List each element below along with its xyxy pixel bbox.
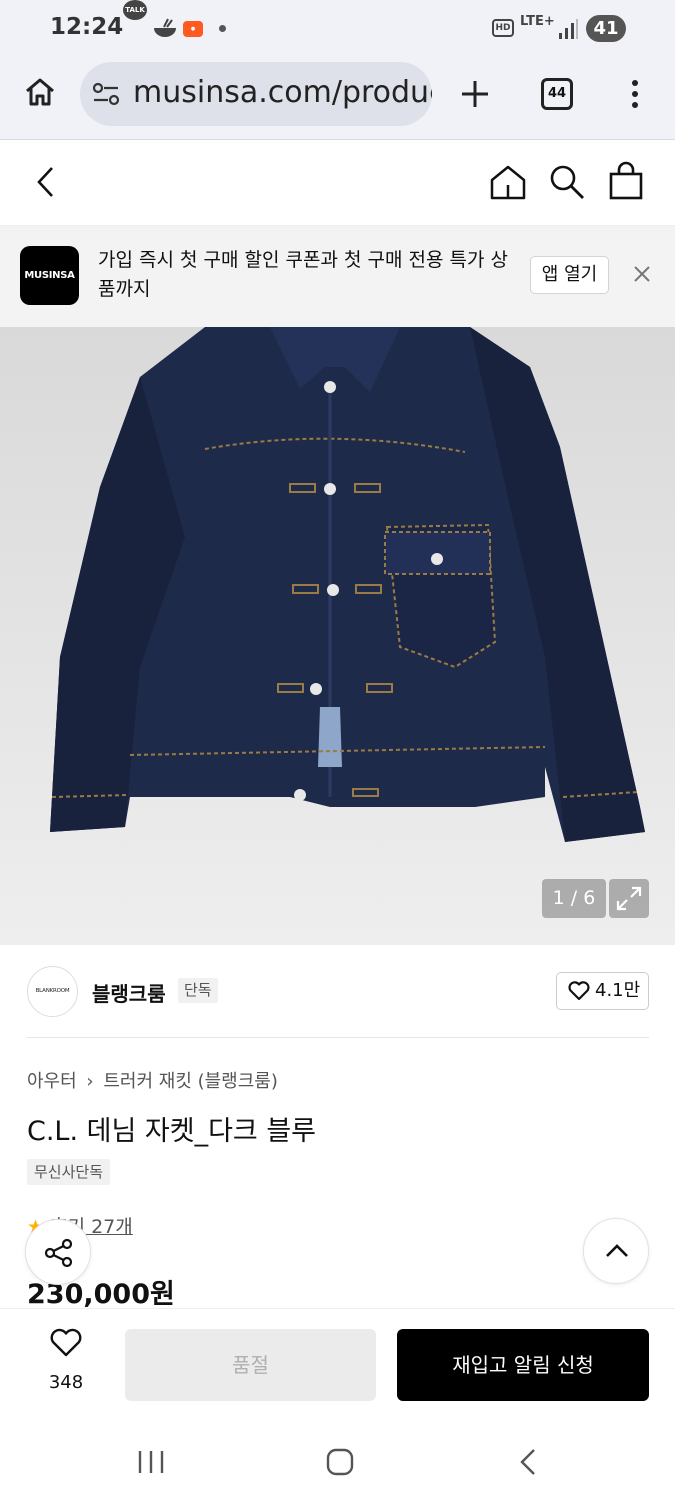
address-bar[interactable]: musinsa.com/product: [80, 62, 432, 126]
banner-message: 가입 즉시 첫 구매 할인 쿠폰과 첫 구매 전용 특가 상품까지: [98, 249, 508, 300]
search-icon[interactable]: [548, 163, 586, 201]
denim-jacket-image: [50, 327, 645, 842]
battery-indicator: 41: [586, 15, 626, 42]
home-icon[interactable]: [489, 163, 527, 201]
app-promo-banner: MUSINSA 가입 즉시 첫 구매 할인 쿠폰과 첫 구매 전용 특가 상품까…: [0, 226, 675, 327]
kakaotalk-notification-icon: TALK: [123, 0, 147, 20]
site-header: [0, 141, 675, 226]
soldout-button: 품절: [125, 1329, 376, 1401]
url-text: musinsa.com/product: [133, 75, 432, 110]
close-icon[interactable]: [632, 264, 652, 284]
signal-strength-icon: [559, 19, 578, 39]
product-image[interactable]: [0, 327, 675, 945]
browser-toolbar: musinsa.com/product 44: [0, 58, 675, 140]
share-icon: [44, 1238, 73, 1268]
more-menu-icon[interactable]: [626, 78, 644, 110]
product-title: C.L. 데님 자켓_다크 블루: [27, 1116, 317, 1147]
brand-like-count: 4.1만: [595, 980, 641, 1001]
status-time: 12:24: [50, 14, 124, 40]
share-button[interactable]: [25, 1219, 91, 1285]
recent-apps-icon[interactable]: [136, 1448, 166, 1476]
brand-name[interactable]: 블랭크룸: [92, 978, 166, 1007]
image-counter: 1 / 6: [542, 879, 606, 918]
wishlist-button[interactable]: [30, 1328, 102, 1362]
wishlist-count: 348: [48, 1372, 84, 1393]
open-app-button[interactable]: 앱 열기: [530, 256, 609, 294]
chevron-up-icon: [606, 1244, 628, 1257]
breadcrumb-subcategory[interactable]: 트러커 재킷 (블랭크룸): [103, 1071, 278, 1092]
scroll-to-top-button[interactable]: [583, 1218, 649, 1284]
status-bar: 12:24 TALK ● HD LTE+ 41: [0, 0, 675, 58]
system-navigation-bar: [0, 1420, 675, 1500]
hd-voice-icon: HD: [492, 19, 514, 37]
back-arrow-icon[interactable]: [34, 165, 58, 199]
expand-icon: [616, 886, 642, 911]
brand-like-button[interactable]: 4.1만: [556, 972, 649, 1010]
new-tab-icon[interactable]: [459, 78, 491, 110]
musinsa-exclusive-badge: 무신사단독: [27, 1159, 111, 1185]
more-notifications-dot-icon: [219, 25, 226, 32]
bowl-notification-icon: [154, 18, 176, 37]
restock-alert-button[interactable]: 재입고 알림 신청: [397, 1329, 649, 1401]
shopping-bag-icon[interactable]: [608, 161, 644, 201]
exclusive-tag: 단독: [178, 978, 218, 1003]
network-type-label: LTE+: [520, 14, 555, 29]
heart-icon: [568, 981, 590, 1001]
tab-switcher-button[interactable]: 44: [541, 78, 573, 110]
system-back-icon[interactable]: [516, 1447, 542, 1477]
breadcrumb: 아우터 › 트러커 재킷 (블랭크룸): [27, 1067, 278, 1093]
fullscreen-button[interactable]: [609, 879, 649, 918]
chevron-right-icon: ›: [86, 1071, 94, 1092]
system-home-icon[interactable]: [325, 1447, 355, 1477]
brand-logo[interactable]: BLANKROOM: [27, 966, 78, 1017]
breadcrumb-category[interactable]: 아우터: [27, 1071, 77, 1092]
browser-home-icon[interactable]: [24, 76, 56, 108]
app-notification-icon: ●: [183, 21, 203, 37]
divider: [27, 1037, 649, 1038]
musinsa-logo: MUSINSA: [20, 246, 79, 305]
site-settings-icon[interactable]: [92, 82, 120, 106]
heart-outline-icon: [50, 1328, 82, 1357]
